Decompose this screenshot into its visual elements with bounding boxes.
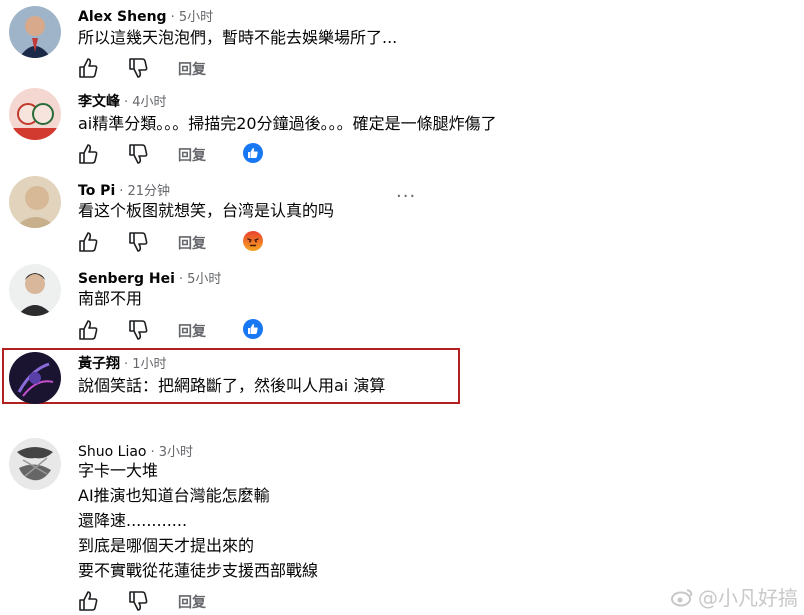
avatar[interactable] [9, 6, 61, 58]
comment-text: ai精準分類。。。掃描完20分鐘過後。。。確定是一條腿炸傷了 [78, 114, 497, 133]
reply-button[interactable]: 回复 [178, 321, 206, 341]
thumbs-up-icon[interactable] [78, 590, 98, 612]
like-reaction-icon[interactable] [243, 143, 263, 163]
commenter-name[interactable]: 黃子翔 · 1小时 [78, 353, 167, 373]
reply-button[interactable]: 回复 [178, 592, 206, 612]
comment-text: 南部不用 [78, 289, 143, 308]
weibo-logo-icon [671, 588, 693, 606]
comment-text: 所以這幾天泡泡們，暫時不能去娛樂場所了... [78, 28, 398, 47]
thumbs-down-icon[interactable] [128, 590, 148, 612]
commenter-name[interactable]: To Pi · 21分钟 [78, 180, 170, 199]
avatar[interactable] [9, 352, 61, 404]
comment-text: 字卡一大堆 AI推演也知道台灣能怎麼輸 還降速............ 到底是哪… [78, 461, 319, 580]
avatar[interactable] [9, 438, 61, 490]
reply-button[interactable]: 回复 [178, 233, 206, 253]
commenter-name[interactable]: Alex Sheng · 5小时 [78, 6, 213, 25]
comment-time: · 1小时 [124, 357, 167, 372]
commenter-name[interactable]: 李文峰 · 4小时 [78, 91, 167, 111]
thumbs-down-icon[interactable] [128, 143, 148, 165]
reply-button[interactable]: 回复 [178, 59, 206, 79]
thumbs-up-icon[interactable] [78, 319, 98, 341]
thumbs-up-icon[interactable] [78, 231, 98, 253]
like-reaction-icon[interactable] [243, 319, 263, 339]
comment-text: 說個笑話：把網路斷了，然後叫人用ai 演算 [78, 376, 386, 395]
comment-time: · 5小时 [170, 10, 214, 25]
thumbs-down-icon[interactable] [128, 319, 148, 341]
angry-reaction-icon[interactable] [243, 231, 263, 251]
avatar[interactable] [9, 176, 61, 228]
avatar[interactable] [9, 264, 61, 316]
thumbs-up-icon[interactable] [78, 57, 98, 79]
avatar[interactable] [9, 88, 61, 140]
comment-text: 看这个板图就想笑，台湾是认真的吗 [78, 201, 335, 220]
comment-time: · 5小时 [178, 272, 222, 287]
more-options-icon[interactable]: ··· [396, 186, 416, 207]
watermark: @小凡好搞 [670, 582, 798, 611]
comment-time: · 21分钟 [119, 184, 171, 199]
commenter-name[interactable]: Senberg Hei · 5小时 [78, 268, 221, 287]
comment-time: · 4小时 [124, 95, 167, 110]
thumbs-down-icon[interactable] [128, 231, 148, 253]
thumbs-up-icon[interactable] [78, 143, 98, 165]
thumbs-down-icon[interactable] [128, 57, 148, 79]
reply-button[interactable]: 回复 [178, 145, 206, 165]
